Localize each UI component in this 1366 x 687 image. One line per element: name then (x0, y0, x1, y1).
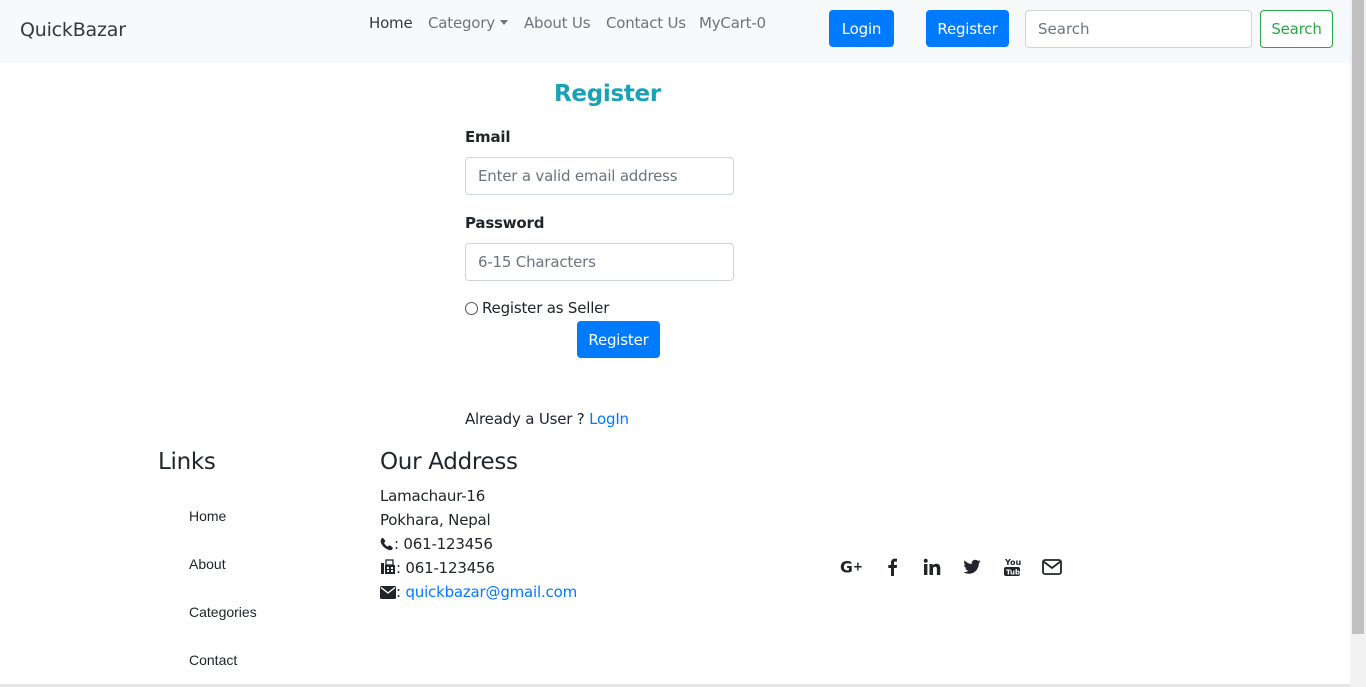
caret-down-icon (499, 20, 508, 25)
nav-category-dropdown[interactable]: Category (428, 14, 508, 32)
nav-category-label: Category (428, 14, 495, 32)
login-button[interactable]: Login (829, 10, 894, 47)
seller-radio[interactable] (465, 302, 478, 315)
youtube-icon[interactable]: You Tube (1000, 556, 1024, 578)
seller-radio-label[interactable]: Register as Seller (482, 299, 609, 317)
footer-links-heading: Links (158, 449, 216, 475)
footer-link-contact[interactable]: Contact (189, 652, 237, 668)
address-line-2: Pokhara, Nepal (380, 511, 491, 529)
envelope-icon[interactable] (1040, 556, 1064, 578)
login-link[interactable]: LogIn (589, 410, 629, 428)
email-label: Email (465, 128, 511, 146)
google-plus-icon[interactable]: G + (840, 556, 864, 578)
vertical-scrollbar-thumb[interactable] (1352, 0, 1364, 634)
svg-text:+: + (853, 560, 863, 574)
phone-line: : 061-123456 (380, 535, 493, 555)
register-submit-button[interactable]: Register (577, 321, 660, 358)
svg-text:You: You (1004, 558, 1021, 567)
nav-about-us[interactable]: About Us (524, 14, 591, 32)
already-user-label: Already a User ? (465, 410, 585, 428)
fax-icon (380, 559, 396, 579)
footer-link-home[interactable]: Home (189, 508, 226, 524)
envelope-solid-icon (380, 585, 396, 603)
nav-mycart[interactable]: MyCart-0 (699, 14, 766, 32)
search-button[interactable]: Search (1260, 10, 1333, 48)
brand-logo[interactable]: QuickBazar (20, 19, 126, 41)
facebook-icon[interactable] (880, 556, 904, 578)
footer-address-heading: Our Address (380, 449, 518, 475)
nav-home[interactable]: Home (369, 14, 413, 32)
password-label: Password (465, 214, 545, 232)
linkedin-icon[interactable] (920, 556, 944, 578)
fax-line: : 061-123456 (380, 559, 495, 579)
email-prefix: : (396, 583, 401, 601)
phone-number: : 061-123456 (394, 535, 493, 553)
footer-link-categories[interactable]: Categories (189, 604, 257, 620)
email-line: : quickbazar@gmail.com (380, 583, 577, 603)
search-input[interactable] (1025, 10, 1252, 48)
twitter-icon[interactable] (960, 556, 984, 578)
already-user-text: Already a User ? LogIn (465, 410, 629, 428)
email-field[interactable] (465, 157, 734, 195)
svg-text:G: G (840, 558, 853, 576)
phone-icon (380, 537, 394, 555)
footer-link-about[interactable]: About (189, 556, 226, 572)
navbar: QuickBazar Home Category About Us Contac… (0, 0, 1350, 63)
page-title: Register (554, 81, 661, 107)
footer-email-link[interactable]: quickbazar@gmail.com (405, 583, 577, 601)
address-line-1: Lamachaur-16 (380, 487, 486, 505)
nav-contact-us[interactable]: Contact Us (606, 14, 686, 32)
password-field[interactable] (465, 243, 734, 281)
register-nav-button[interactable]: Register (926, 10, 1009, 47)
fax-number: : 061-123456 (396, 559, 495, 577)
svg-text:Tube: Tube (1006, 569, 1021, 577)
